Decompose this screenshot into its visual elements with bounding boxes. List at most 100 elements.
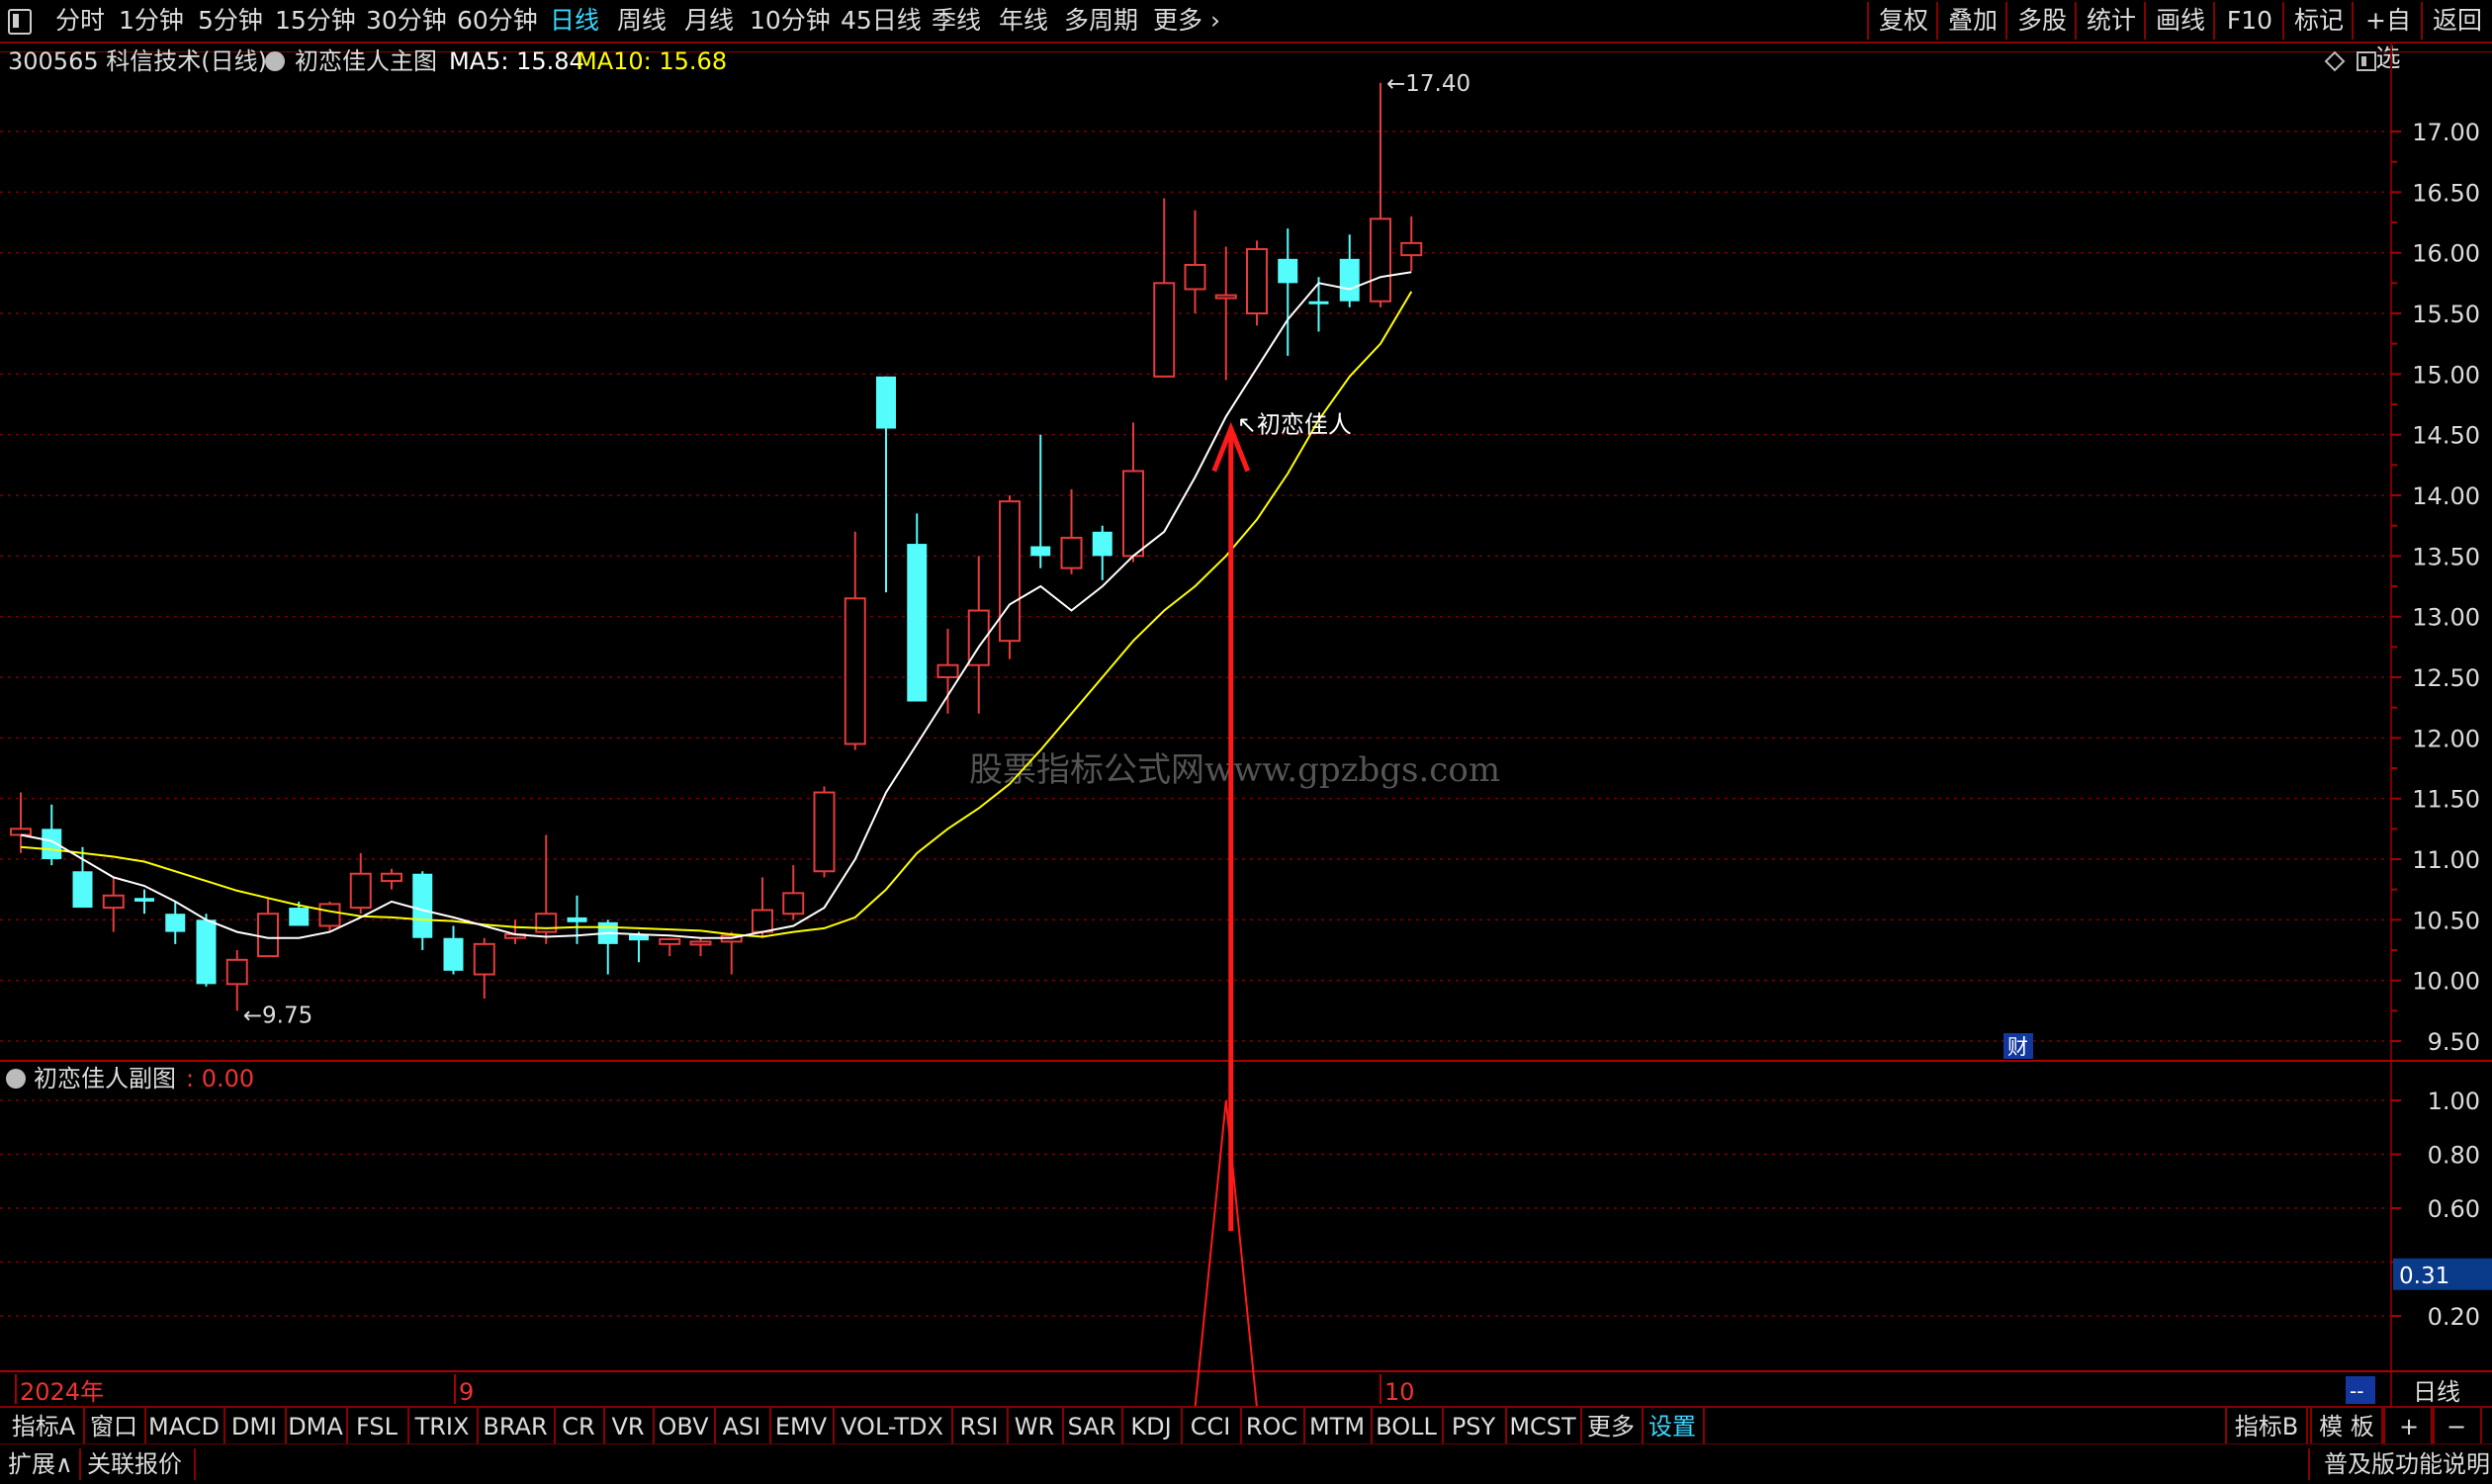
indicator-tab-5[interactable]: FSL [346,1408,409,1445]
candle-body-down [1308,301,1329,305]
candle-body-up [813,791,836,873]
indicator-tab-6[interactable]: TRIX [407,1408,479,1445]
indicator-dropdown-icon[interactable] [265,51,285,71]
expand-button[interactable]: 扩展∧ [8,1444,73,1484]
price-tick-label: 11.00 [2412,846,2480,874]
candle-body-up [102,894,125,910]
ma10-line [20,291,1413,938]
candle-body-up [1370,218,1391,303]
candle-body-down [165,914,186,932]
candle-body-down [443,937,464,971]
candle-body-down [289,908,310,926]
candle-body-down [1278,258,1298,284]
related-quote-button[interactable]: 关联报价 [87,1444,182,1484]
price-tick-label: 12.00 [2412,725,2480,752]
signal-label: ↖初恋佳人 [1237,410,1352,438]
footer-bar: 扩展∧ 关联报价 普及版功能说明 [0,1443,2492,1484]
candle-body-up [659,937,681,945]
candle-body-up [999,500,1021,643]
sub-indicator-line [1194,1099,1258,1406]
candle-body-up [689,940,712,946]
sub-indicator-value: : 0.00 [186,1065,254,1092]
watermark: 股票指标公式网www.gpzbgs.com [969,750,1500,790]
indicator-tab-10[interactable]: OBV [653,1408,716,1445]
indicator-tab-25[interactable]: 设置 [1642,1408,1705,1445]
price-tick-label: 13.50 [2412,543,2480,570]
indicator-tabs: 指标A 窗口 MACD DMI DMA FSL TRIX BRAR CR VR OBV ASI EMV V… [0,1406,2492,1445]
indicator-tab-23[interactable]: MCST [1505,1408,1582,1445]
candle-body-up [1214,294,1237,300]
candle-body-down [907,544,928,702]
indicator-tab-21[interactable]: BOLL [1371,1408,1444,1445]
sub-indicator-dropdown-icon [6,1069,26,1089]
price-tick-label: 10.00 [2412,968,2480,996]
candle-body-up [936,663,959,679]
stock-title: 300565 科信技术(日线) [8,47,267,75]
candle-body-down [876,376,896,429]
indicator-tab-20[interactable]: MTM [1303,1408,1373,1445]
date-label: 10 [1384,1378,1415,1406]
indicator-tab-17[interactable]: KDJ [1121,1408,1183,1445]
candle-body-up [349,872,372,910]
indicator-tab-13[interactable]: VOL-TDX [833,1408,953,1445]
indicator-tab-19[interactable]: ROC [1240,1408,1305,1445]
price-tick-label: 15.50 [2412,301,2480,328]
candle-body-down [1030,546,1051,557]
ma5-line [20,271,1412,939]
kline-chart[interactable]: 17.00 16.50 16.00 15.50 15.00 14.50 14.00 13.50… [0,0,2492,1406]
price-tick-label: 16.50 [2412,179,2480,207]
ma5-value: MA5: 15.84 [449,47,584,75]
sub-tick-label: 0.60 [2428,1195,2480,1223]
price-tick-label: 9.50 [2428,1028,2480,1056]
price-tick-label: 12.50 [2412,664,2480,692]
indicator-tab-9[interactable]: VR [603,1408,655,1445]
price-tick-label: 14.50 [2412,422,2480,450]
indicator-tab-1[interactable]: 窗口 [83,1408,146,1445]
panel-icon-inner [2361,56,2366,66]
candle-body-down [1339,258,1360,302]
main-indicator-name[interactable]: 初恋佳人主图 [295,44,437,79]
right-tab-0[interactable]: 指标B [2225,1408,2308,1445]
indicator-tab-4[interactable]: DMA [285,1408,348,1445]
indicator-tab-15[interactable]: WR [1007,1408,1064,1445]
right-tab-2[interactable]: + [2383,1408,2435,1445]
indicator-tab-8[interactable]: CR [554,1408,605,1445]
candle-body-up [1246,247,1268,314]
candle-body-up [1153,282,1176,378]
candle-body-up [257,913,279,958]
diamond-icon [2324,50,2346,72]
right-tab-1[interactable]: 模 板 [2310,1408,2383,1445]
sub-tick-label: 0.20 [2428,1303,2480,1331]
indicator-tab-18[interactable]: CCI [1181,1408,1242,1445]
candle-body-up [10,828,32,836]
price-tick-label: 16.00 [2412,240,2480,268]
indicator-tab-2[interactable]: MACD [144,1408,225,1445]
candle-body-down [196,919,217,985]
price-tick-label: 14.00 [2412,482,2480,510]
indicator-tab-3[interactable]: DMI [223,1408,287,1445]
low-annotation: ←9.75 [243,1003,312,1028]
date-label: 9 [459,1378,474,1406]
indicator-tab-16[interactable]: SAR [1062,1408,1123,1445]
ma10-value: MA10: 15.68 [577,47,728,75]
indicator-tab-22[interactable]: PSY [1442,1408,1507,1445]
right-tab-3[interactable]: − [2431,1408,2482,1445]
candle-body-down [72,871,93,909]
candle-body-up [1184,263,1206,291]
candle-body-down [412,873,433,938]
candle-body-down [1092,531,1112,557]
candle-body-down [567,917,587,922]
candle-body-up [381,872,402,883]
candle-body-up [1060,536,1083,569]
indicator-tab-0[interactable]: 指标A [4,1408,85,1445]
help-link[interactable]: 普及版功能说明 [2324,1444,2490,1484]
indicator-tab-11[interactable]: ASI [714,1408,771,1445]
indicator-tab-14[interactable]: RSI [951,1408,1009,1445]
candle-body-up [225,958,248,986]
sub-indicator-name: 初恋佳人副图 [34,1065,176,1092]
indicator-tab-12[interactable]: EMV [769,1408,835,1445]
period-indicator: 日线 [2413,1378,2460,1406]
candle-body-up [1122,470,1144,558]
indicator-tab-24[interactable]: 更多 [1580,1408,1644,1445]
indicator-tab-7[interactable]: BRAR [477,1408,556,1445]
